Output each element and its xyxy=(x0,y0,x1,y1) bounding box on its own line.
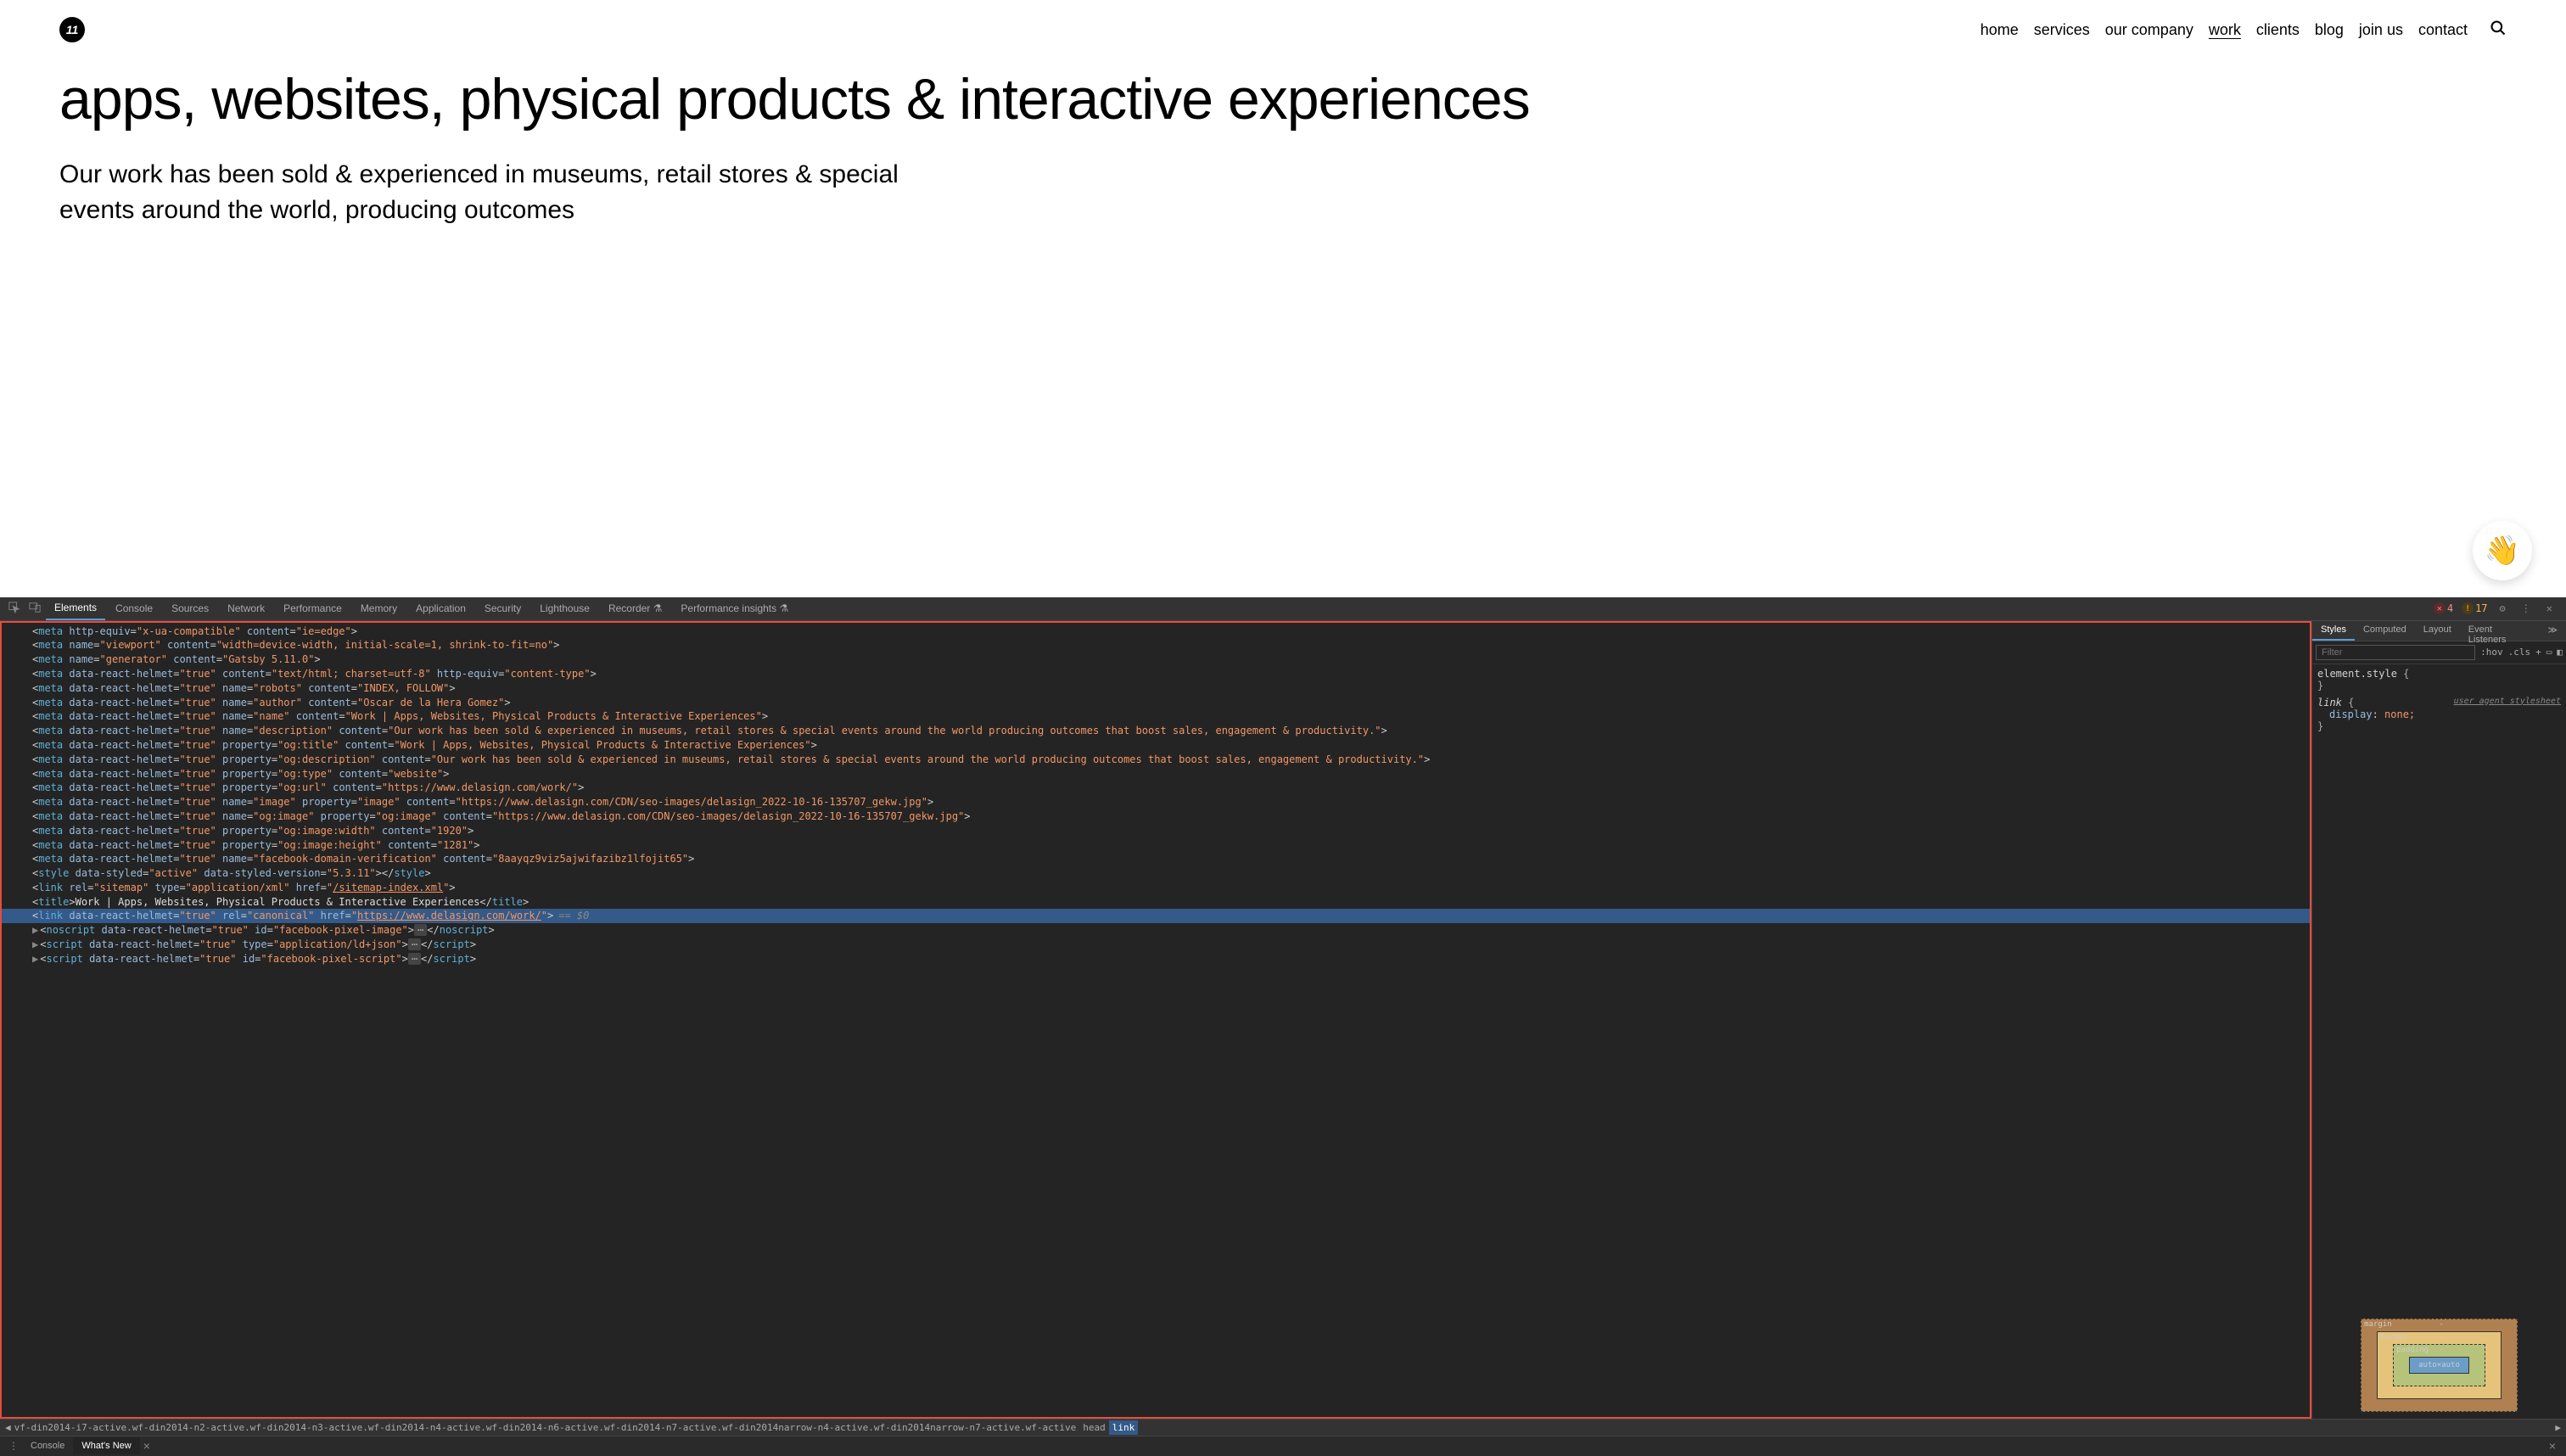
element-node[interactable]: <meta data-react-helmet="true" property=… xyxy=(2,738,2310,753)
tab-memory[interactable]: Memory xyxy=(352,597,406,619)
drawer-tab-console[interactable]: Console xyxy=(22,1437,73,1454)
warning-count[interactable]: !17 xyxy=(2462,602,2487,614)
error-count[interactable]: ✕4 xyxy=(2434,602,2453,614)
styles-tab-layout[interactable]: Layout xyxy=(2415,621,2460,641)
element-node[interactable]: <title>Work | Apps, Websites, Physical P… xyxy=(2,895,2310,910)
element-node[interactable]: <meta data-react-helmet="true" content="… xyxy=(2,667,2310,681)
tab-lighthouse[interactable]: Lighthouse xyxy=(531,597,598,619)
search-icon[interactable] xyxy=(2483,20,2507,41)
element-node[interactable]: <meta data-react-helmet="true" property=… xyxy=(2,824,2310,838)
element-node[interactable]: ▶<noscript data-react-helmet="true" id="… xyxy=(2,923,2310,938)
kebab-icon[interactable]: ⋮ xyxy=(2518,599,2535,618)
element-node[interactable]: <meta data-react-helmet="true" property=… xyxy=(2,838,2310,853)
nav-work[interactable]: work xyxy=(2209,21,2241,39)
drawer-tab-whatsnew[interactable]: What's New xyxy=(73,1437,139,1454)
hero-body: Our work has been sold & experienced in … xyxy=(59,157,908,228)
drawer-kebab-icon[interactable]: ⋮ xyxy=(5,1436,22,1455)
hov-toggle[interactable]: :hov xyxy=(2480,647,2503,658)
chevron-right-icon[interactable]: ▶ xyxy=(2555,1422,2561,1433)
tab-performance[interactable]: Performance xyxy=(275,597,350,619)
site-logo[interactable]: 11 xyxy=(59,17,85,42)
computed-panel-icon[interactable]: ▭ xyxy=(2546,647,2552,658)
add-rule-icon[interactable]: + xyxy=(2535,647,2541,658)
tab-application[interactable]: Application xyxy=(407,597,474,619)
element-node[interactable]: <link data-react-helmet="true" rel="cano… xyxy=(2,909,2310,923)
styles-tab-styles[interactable]: Styles xyxy=(2312,621,2355,641)
nav-blog[interactable]: blog xyxy=(2315,21,2344,39)
element-node[interactable]: <meta data-react-helmet="true" property=… xyxy=(2,767,2310,781)
main-nav: home services our company work clients b… xyxy=(1981,20,2507,41)
tab-network[interactable]: Network xyxy=(219,597,273,619)
close-icon[interactable]: ✕ xyxy=(2543,599,2556,618)
element-node[interactable]: <meta data-react-helmet="true" name="aut… xyxy=(2,696,2310,710)
element-node[interactable]: <meta data-react-helmet="true" name="fac… xyxy=(2,852,2310,866)
styles-tab-computed[interactable]: Computed xyxy=(2355,621,2415,641)
inspect-icon[interactable] xyxy=(5,598,24,619)
element-node[interactable]: <meta name="viewport" content="width=dev… xyxy=(2,638,2310,652)
tab-sources[interactable]: Sources xyxy=(163,597,217,619)
nav-contact[interactable]: contact xyxy=(2418,21,2468,39)
element-node[interactable]: ▶<script data-react-helmet="true" id="fa… xyxy=(2,952,2310,966)
nav-company[interactable]: our company xyxy=(2105,21,2193,39)
element-node[interactable]: <meta data-react-helmet="true" name="nam… xyxy=(2,709,2310,724)
tab-elements[interactable]: Elements xyxy=(46,596,105,620)
drawer-tab-close-icon[interactable]: × xyxy=(143,1439,150,1453)
devtools-tabs: Elements Console Sources Network Perform… xyxy=(0,597,2566,621)
dom-breadcrumb[interactable]: ◀ vf-din2014-i7-active.wf-din2014-n2-act… xyxy=(0,1419,2566,1436)
tab-security[interactable]: Security xyxy=(476,597,529,619)
nav-join[interactable]: join us xyxy=(2359,21,2403,39)
element-node[interactable]: <meta http-equiv="x-ua-compatible" conte… xyxy=(2,624,2310,639)
element-node[interactable]: ▶<script data-react-helmet="true" type="… xyxy=(2,938,2310,952)
element-node[interactable]: <link rel="sitemap" type="application/xm… xyxy=(2,881,2310,895)
styles-tab-listeners[interactable]: Event Listeners xyxy=(2460,621,2540,641)
device-icon[interactable] xyxy=(25,598,44,619)
nav-services[interactable]: services xyxy=(2034,21,2090,39)
element-node[interactable]: <meta name="generator" content="Gatsby 5… xyxy=(2,652,2310,667)
box-model: margin- border- padding- auto×auto xyxy=(2312,1312,2566,1419)
wave-button[interactable]: 👋 xyxy=(2473,521,2532,580)
styles-rules[interactable]: element.style {}</span><span class="sele… xyxy=(2312,664,2566,1312)
gear-icon[interactable]: ⚙ xyxy=(2496,599,2509,618)
elements-panel[interactable]: <meta http-equiv="x-ua-compatible" conte… xyxy=(0,621,2311,1419)
styles-filter-input[interactable] xyxy=(2316,645,2475,660)
element-node[interactable]: <meta data-react-helmet="true" name="des… xyxy=(15,724,2310,738)
hero-title: apps, websites, physical products & inte… xyxy=(59,68,2507,132)
tab-recorder[interactable]: Recorder ⚗ xyxy=(600,597,670,619)
element-node[interactable]: <meta data-react-helmet="true" name="rob… xyxy=(2,681,2310,696)
nav-clients[interactable]: clients xyxy=(2256,21,2300,39)
element-node[interactable]: <meta data-react-helmet="true" property=… xyxy=(15,753,2310,767)
rendering-icon[interactable]: ◧ xyxy=(2557,647,2563,658)
drawer-close-icon[interactable]: × xyxy=(2544,1439,2561,1453)
tab-perf-insights[interactable]: Performance insights ⚗ xyxy=(672,597,797,619)
styles-tab-more[interactable]: ≫ xyxy=(2539,621,2566,641)
cls-toggle[interactable]: .cls xyxy=(2508,647,2531,658)
element-node[interactable]: <meta data-react-helmet="true" property=… xyxy=(2,781,2310,795)
element-node[interactable]: <style data-styled="active" data-styled-… xyxy=(2,866,2310,881)
element-node[interactable]: <meta data-react-helmet="true" name="ima… xyxy=(2,795,2310,809)
chevron-left-icon[interactable]: ◀ xyxy=(5,1422,11,1433)
tab-console[interactable]: Console xyxy=(107,597,161,619)
element-node[interactable]: <meta data-react-helmet="true" name="og:… xyxy=(2,809,2310,824)
nav-home[interactable]: home xyxy=(1981,21,2019,39)
